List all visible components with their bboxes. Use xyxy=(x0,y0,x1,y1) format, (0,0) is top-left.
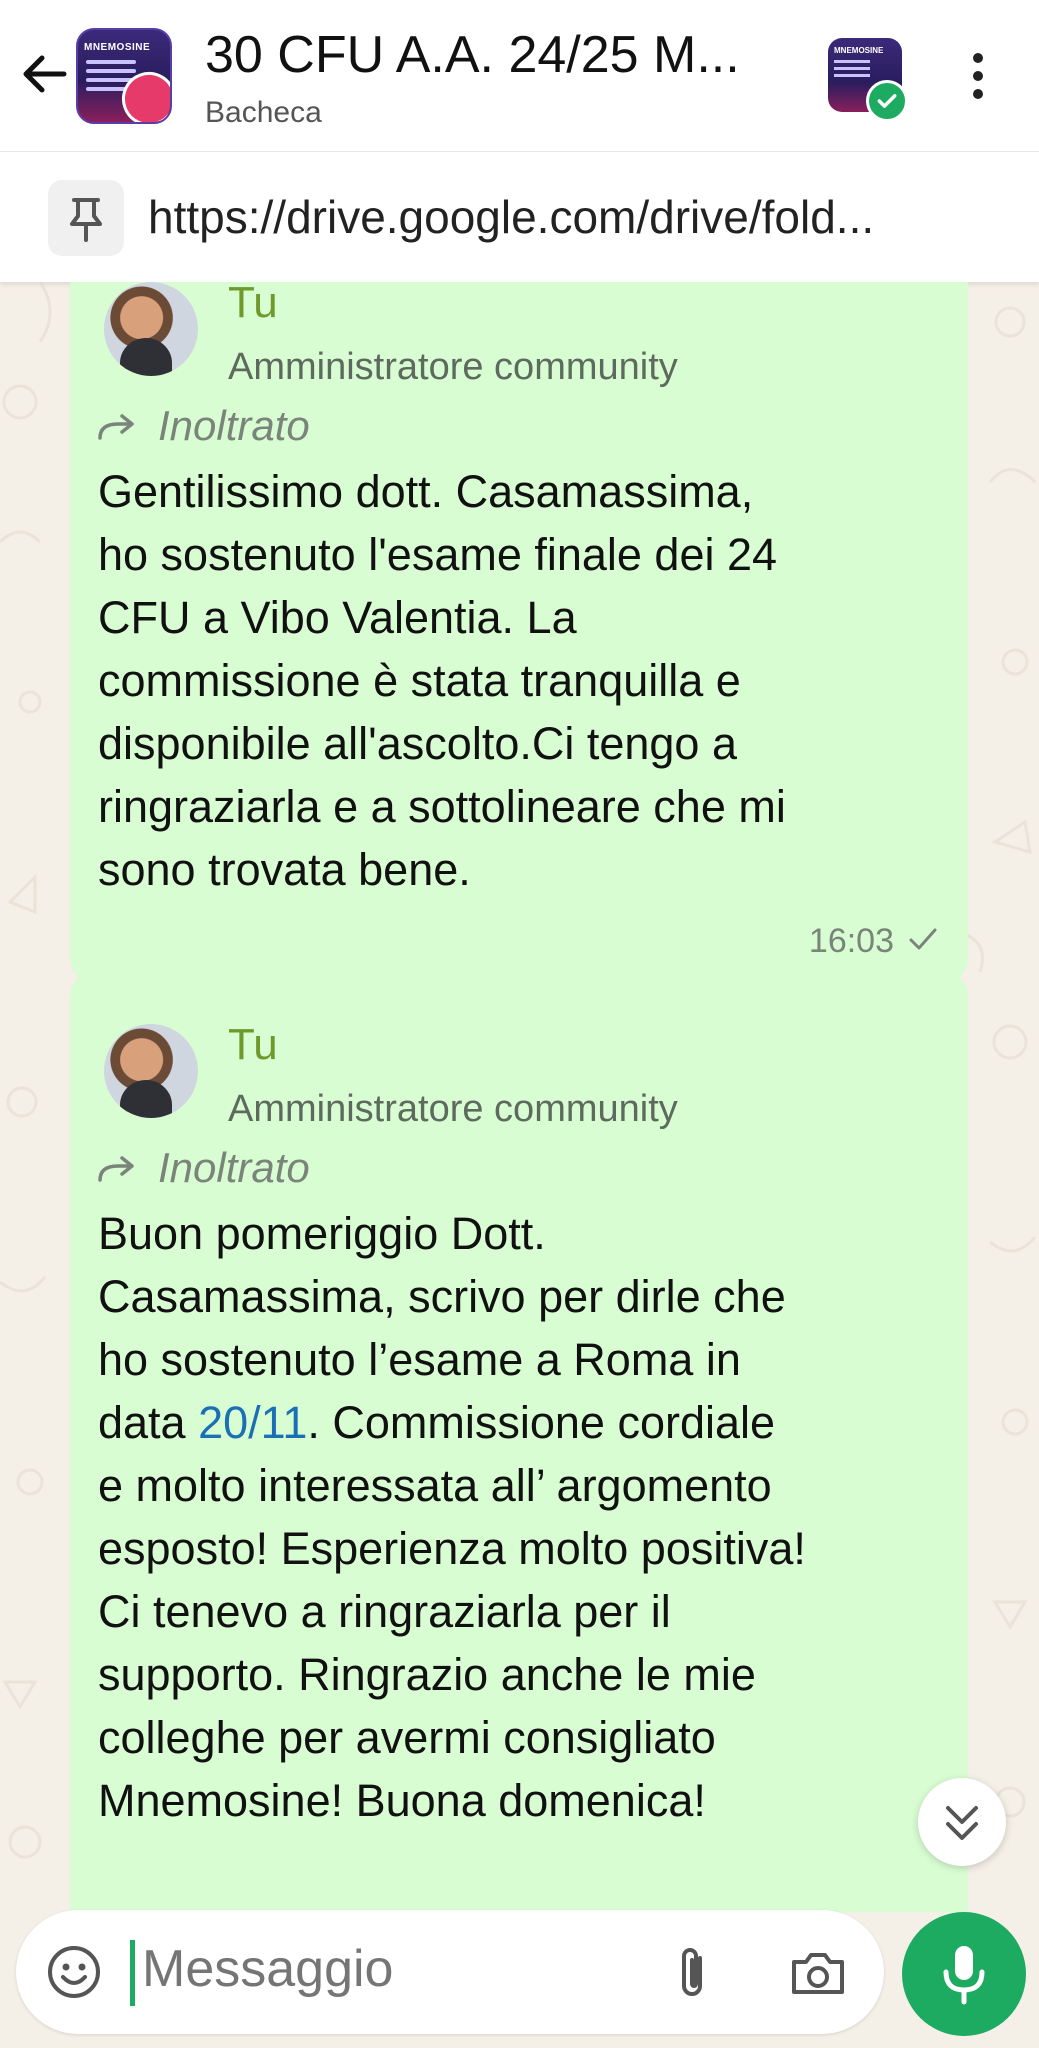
sender-avatar[interactable] xyxy=(104,282,198,376)
pin-icon-container xyxy=(48,180,124,256)
pin-icon xyxy=(70,198,102,242)
microphone-icon xyxy=(943,1946,985,2005)
attach-icon[interactable] xyxy=(670,1944,714,2002)
message-line: data 20/11. Commissione cordiale xyxy=(98,1391,948,1454)
more-options-icon[interactable] xyxy=(962,50,994,102)
chat-title[interactable]: 30 CFU A.A. 24/25 M... xyxy=(205,24,785,86)
message-line: colleghe per avermi consigliato xyxy=(98,1712,716,1763)
message-line: ho sostenuto l’esame a Roma in xyxy=(98,1334,741,1385)
sender-role: Amministratore community xyxy=(228,1088,678,1130)
sender-avatar[interactable] xyxy=(104,1024,198,1118)
forwarded-label: Inoltrato xyxy=(158,1144,310,1191)
chat-subtitle[interactable]: Bacheca xyxy=(205,96,322,130)
sender-role: Amministratore community xyxy=(228,346,678,388)
message-line: commissione è stata tranquilla e xyxy=(98,655,741,706)
voice-message-button[interactable] xyxy=(902,1912,1026,2036)
sent-tick-icon xyxy=(909,928,937,950)
emoji-icon[interactable] xyxy=(46,1944,102,2000)
message-input[interactable] xyxy=(140,1938,524,2000)
sender-name[interactable]: Tu xyxy=(228,282,278,328)
scroll-to-bottom-button[interactable] xyxy=(918,1778,1006,1866)
message-bubble[interactable]: Tu Amministratore community Inoltrato Ge… xyxy=(70,282,968,982)
message-line: ho sostenuto l'esame finale dei 24 xyxy=(98,529,778,580)
double-chevron-down-icon xyxy=(946,1806,978,1840)
message-line: e molto interessata all’ argomento xyxy=(98,1460,772,1511)
message-line: Ci tenevo a ringraziarla per il xyxy=(98,1586,671,1637)
back-arrow-icon[interactable] xyxy=(18,48,70,100)
message-timestamp: 16:03 xyxy=(808,922,894,960)
group-avatar-logo-text: MNEMOSINE xyxy=(84,42,151,53)
camera-icon[interactable] xyxy=(788,1948,848,1998)
message-line: Casamassima, scrivo per dirle che xyxy=(98,1271,786,1322)
message-line: esposto! Esperienza molto positiva! xyxy=(98,1523,806,1574)
forwarded-icon xyxy=(98,1156,134,1182)
message-text: Gentilissimo dott. Casamassima, ho soste… xyxy=(98,460,948,901)
message-bubble[interactable]: Tu Amministratore community Inoltrato Bu… xyxy=(70,972,968,1912)
message-line: disponibile all'ascolto.Ci tengo a xyxy=(98,718,737,769)
message-line: CFU a Vibo Valentia. La xyxy=(98,592,577,643)
message-text-fragment: data xyxy=(98,1397,199,1448)
message-line: ringraziarla e a sottolineare che mi xyxy=(98,781,786,832)
chat-area[interactable]: Tu Amministratore community Inoltrato Ge… xyxy=(0,282,1039,1912)
message-line: sono trovata bene. xyxy=(98,844,471,895)
chat-header: MNEMOSINE 30 CFU A.A. 24/25 M... Bacheca… xyxy=(0,0,1039,152)
message-text: Buon pomeriggio Dott. Casamassima, scriv… xyxy=(98,1202,948,1832)
message-composer[interactable] xyxy=(16,1910,884,2034)
sender-name[interactable]: Tu xyxy=(228,1020,278,1070)
text-cursor xyxy=(130,1940,135,2006)
forwarded-label: Inoltrato xyxy=(158,402,310,449)
group-avatar[interactable]: MNEMOSINE xyxy=(76,28,172,124)
pinned-message-text: https://drive.google.com/drive/fold... xyxy=(148,191,875,243)
date-link[interactable]: 20/11 xyxy=(198,1397,307,1448)
message-text-fragment: . Commissione cordiale xyxy=(307,1397,776,1448)
pinned-message-bar[interactable]: https://drive.google.com/drive/fold... xyxy=(0,152,1039,282)
message-line: Mnemosine! Buona domenica! xyxy=(98,1775,706,1826)
message-line: Buon pomeriggio Dott. xyxy=(98,1208,546,1259)
community-check-icon xyxy=(866,80,908,122)
message-line: supporto. Ringrazio anche le mie xyxy=(98,1649,756,1700)
message-line: Gentilissimo dott. Casamassima, xyxy=(98,466,754,517)
forwarded-icon xyxy=(98,414,134,440)
community-avatar-logo-text: MNEMOSINE xyxy=(834,46,884,55)
